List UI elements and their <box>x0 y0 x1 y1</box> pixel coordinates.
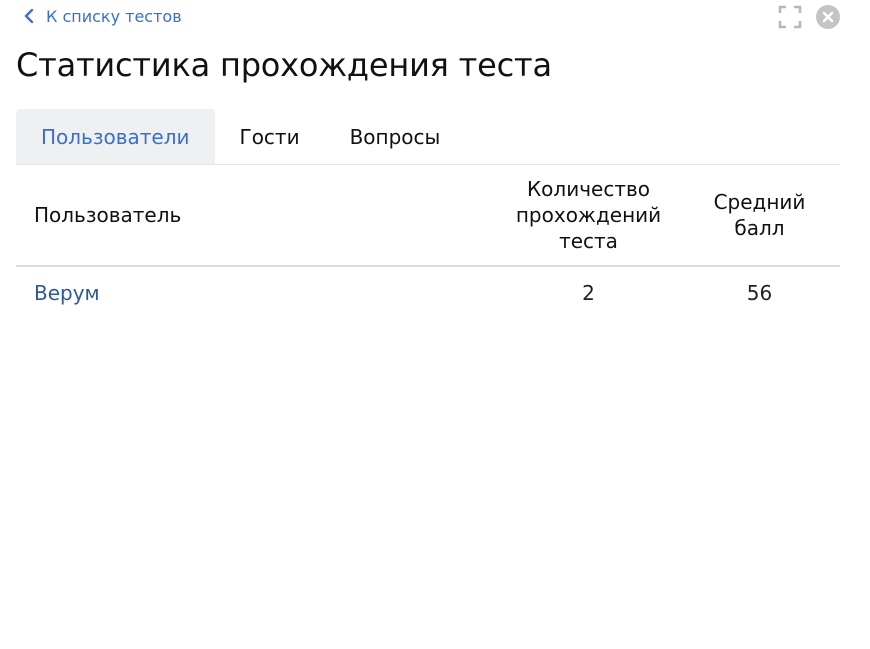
table-row: Верум 2 56 <box>16 267 840 319</box>
column-header-attempts[interactable]: Количество прохождений теста <box>486 176 691 254</box>
test-statistics-page: К списку тестов Статистика прохождения т… <box>0 0 870 649</box>
chevron-left-icon <box>24 9 34 23</box>
statistics-table: Пользователь Количество прохождений тест… <box>16 165 840 319</box>
table-header: Пользователь Количество прохождений тест… <box>16 165 840 267</box>
tab-questions[interactable]: Вопросы <box>325 109 466 164</box>
page-title: Статистика прохождения теста <box>16 46 552 84</box>
user-link[interactable]: Верум <box>34 281 100 305</box>
user-cell: Верум <box>16 281 486 305</box>
column-header-avg-score[interactable]: Средний балл <box>691 189 828 241</box>
tab-guests[interactable]: Гости <box>215 109 325 164</box>
back-to-tests-link[interactable]: К списку тестов <box>24 5 182 27</box>
close-icon[interactable] <box>816 5 840 29</box>
column-header-user[interactable]: Пользователь <box>16 202 486 228</box>
avg-score-cell: 56 <box>746 281 773 305</box>
fullscreen-icon[interactable] <box>778 5 802 29</box>
tab-users[interactable]: Пользователи <box>16 109 215 164</box>
attempts-cell: 2 <box>582 281 595 305</box>
window-controls <box>778 5 840 29</box>
back-link-label: К списку тестов <box>46 6 182 26</box>
tabs-bar: Пользователи Гости Вопросы <box>16 109 840 165</box>
